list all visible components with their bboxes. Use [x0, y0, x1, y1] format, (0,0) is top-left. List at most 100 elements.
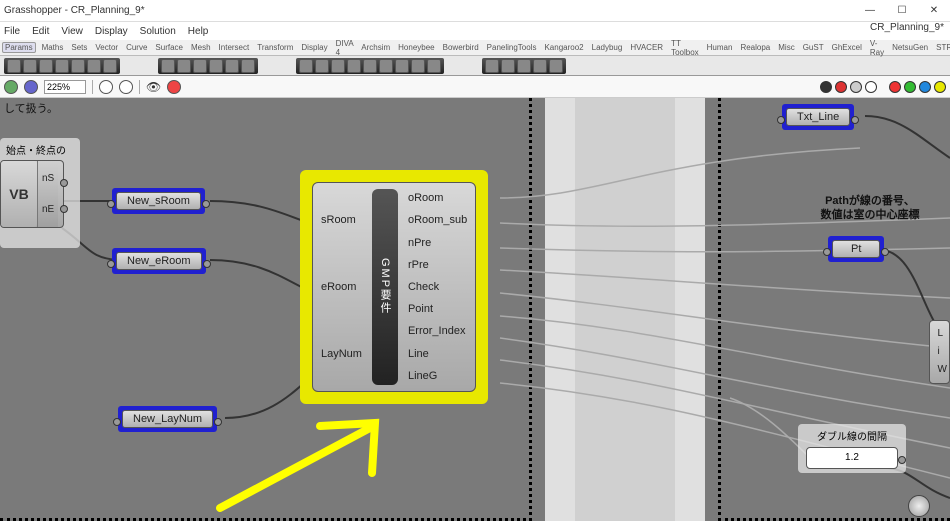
port-out[interactable] — [202, 200, 210, 208]
tab-v-ray[interactable]: V-Ray — [868, 39, 886, 57]
component-button[interactable] — [363, 59, 377, 73]
port-out[interactable] — [898, 456, 906, 464]
solver-status-icon[interactable] — [908, 495, 930, 517]
tab-hvacer[interactable]: HVACER — [628, 43, 665, 52]
open-icon[interactable] — [4, 80, 18, 94]
tab-diva 4[interactable]: DIVA 4 — [334, 39, 356, 57]
cluster-out-line[interactable]: Line — [408, 343, 467, 365]
component-button[interactable] — [315, 59, 329, 73]
cluster-out-point[interactable]: Point — [408, 298, 467, 320]
solver-icon[interactable] — [904, 81, 916, 93]
tab-ladybug[interactable]: Ladybug — [590, 43, 625, 52]
recompute-icon[interactable] — [919, 81, 931, 93]
tab-panelingtools[interactable]: PanelingTools — [485, 43, 539, 52]
component-button[interactable] — [39, 59, 53, 73]
component-button[interactable] — [549, 59, 563, 73]
component-button[interactable] — [299, 59, 313, 73]
tab-mesh[interactable]: Mesh — [189, 43, 213, 52]
cluster-in-laynum[interactable]: LayNum — [321, 343, 362, 365]
tab-transform[interactable]: Transform — [255, 43, 295, 52]
menu-file[interactable]: File — [4, 26, 20, 37]
port-dot[interactable] — [60, 179, 68, 187]
vb-out-ne[interactable]: nE — [42, 201, 54, 219]
component-button[interactable] — [411, 59, 425, 73]
tab-honeybee[interactable]: Honeybee — [396, 43, 436, 52]
close-button[interactable]: ✕ — [922, 3, 946, 19]
cluster-out-check[interactable]: Check — [408, 276, 467, 298]
component-button[interactable] — [331, 59, 345, 73]
cluster-out-lineg[interactable]: LineG — [408, 365, 467, 387]
cluster-out-npre[interactable]: nPre — [408, 232, 467, 254]
component-button[interactable] — [7, 59, 21, 73]
component-button[interactable] — [395, 59, 409, 73]
tab-bowerbird[interactable]: Bowerbird — [441, 43, 481, 52]
param-txt-line[interactable]: Txt_Line — [782, 104, 854, 130]
port-in[interactable] — [823, 248, 831, 256]
vb-out-ns[interactable]: nS — [42, 170, 54, 188]
enable-icon[interactable] — [934, 81, 946, 93]
tab-maths[interactable]: Maths — [40, 43, 66, 52]
tab-curve[interactable]: Curve — [124, 43, 149, 52]
tab-surface[interactable]: Surface — [153, 43, 185, 52]
param-new-eroom[interactable]: New_eRoom — [112, 248, 206, 274]
component-button[interactable] — [225, 59, 239, 73]
gmp-cluster[interactable]: sRoom eRoom LayNum GMP要件 oRoomoRoom_subn… — [312, 182, 476, 392]
canvas[interactable]: して扱う。 始点・終点の整理 VB nS nE New_sRoom New_eR… — [0, 98, 950, 521]
vb-script-node[interactable]: VB nS nE — [0, 160, 64, 228]
component-button[interactable] — [23, 59, 37, 73]
component-button[interactable] — [209, 59, 223, 73]
component-button[interactable] — [533, 59, 547, 73]
port-out[interactable] — [203, 260, 211, 268]
tab-human[interactable]: Human — [705, 43, 735, 52]
component-button[interactable] — [55, 59, 69, 73]
minimize-button[interactable]: — — [858, 3, 882, 19]
named-view-icon[interactable] — [119, 80, 133, 94]
preview-off-icon[interactable] — [820, 81, 832, 93]
port-in[interactable] — [107, 200, 115, 208]
eye-icon[interactable]: 👁 — [146, 80, 161, 94]
cluster-out-error_index[interactable]: Error_Index — [408, 320, 467, 342]
menu-edit[interactable]: Edit — [32, 26, 49, 37]
component-button[interactable] — [501, 59, 515, 73]
param-pt[interactable]: Pt — [828, 236, 884, 262]
component-button[interactable] — [161, 59, 175, 73]
panel-node[interactable]: 1.2 — [806, 447, 898, 469]
partial-node-right[interactable]: L i W — [929, 320, 950, 384]
param-new-sroom[interactable]: New_sRoom — [112, 188, 205, 214]
menu-solution[interactable]: Solution — [140, 26, 176, 37]
component-button[interactable] — [241, 59, 255, 73]
lock-icon[interactable] — [889, 81, 901, 93]
menu-view[interactable]: View — [61, 26, 83, 37]
tab-realopa[interactable]: Realopa — [738, 43, 772, 52]
tab-archsim[interactable]: Archsim — [359, 43, 392, 52]
component-button[interactable] — [103, 59, 117, 73]
tab-vector[interactable]: Vector — [93, 43, 120, 52]
cluster-in-eroom[interactable]: eRoom — [321, 276, 362, 298]
tab-tt toolbox[interactable]: TT Toolbox — [669, 39, 701, 57]
tab-kangaroo2[interactable]: Kangaroo2 — [542, 43, 585, 52]
component-button[interactable] — [379, 59, 393, 73]
preview-custom-icon[interactable] — [865, 81, 877, 93]
port-dot[interactable] — [60, 205, 68, 213]
tab-gust[interactable]: GuST — [801, 43, 826, 52]
cluster-out-oroom[interactable]: oRoom — [408, 187, 467, 209]
zoom-extents-icon[interactable] — [99, 80, 113, 94]
port-in[interactable] — [113, 418, 121, 426]
cluster-out-oroom_sub[interactable]: oRoom_sub — [408, 209, 467, 231]
preview-wire-icon[interactable] — [835, 81, 847, 93]
preview-shade-icon[interactable] — [850, 81, 862, 93]
component-button[interactable] — [347, 59, 361, 73]
component-button[interactable] — [87, 59, 101, 73]
component-button[interactable] — [427, 59, 441, 73]
tab-misc[interactable]: Misc — [776, 43, 796, 52]
component-button[interactable] — [177, 59, 191, 73]
port-in[interactable] — [107, 260, 115, 268]
menu-display[interactable]: Display — [95, 26, 128, 37]
cluster-out-rpre[interactable]: rPre — [408, 254, 467, 276]
cluster-group-selected[interactable]: sRoom eRoom LayNum GMP要件 oRoomoRoom_subn… — [300, 170, 488, 404]
tab-ghexcel[interactable]: GhExcel — [830, 43, 864, 52]
component-button[interactable] — [193, 59, 207, 73]
maximize-button[interactable]: ☐ — [890, 3, 914, 19]
port-in[interactable] — [777, 116, 785, 124]
tab-params[interactable]: Params — [2, 42, 36, 53]
